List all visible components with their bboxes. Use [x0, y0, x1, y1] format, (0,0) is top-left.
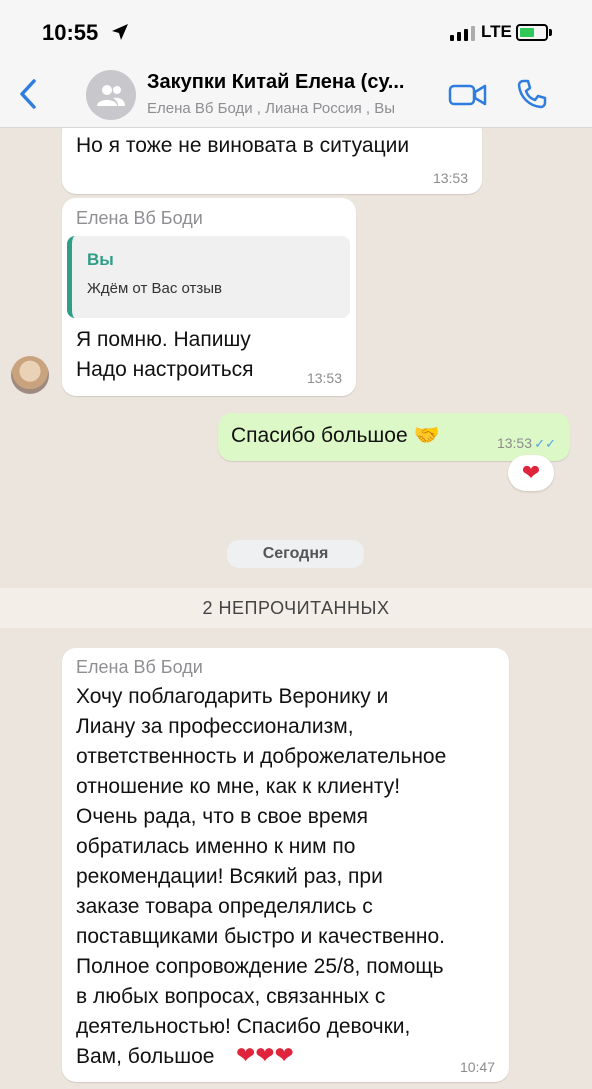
message-text: Но я тоже не виновата в ситуации — [76, 134, 410, 157]
message-bubble-incoming[interactable]: Но я тоже не виновата в ситуации 13:53 — [62, 128, 482, 194]
status-time: 10:55 — [42, 20, 99, 45]
message-time: 13:53 — [496, 435, 532, 451]
message-text: Хочу поблагодарить Веронику и Лиану за п… — [76, 685, 447, 1068]
chat-title[interactable]: Закупки Китай Елена (су... — [147, 71, 442, 94]
chat-header: Закупки Китай Елена (су... Елена Вб Боди… — [0, 62, 592, 128]
group-icon — [97, 85, 125, 106]
battery-cap — [549, 29, 552, 36]
message-bubble-outgoing[interactable]: Спасибо большое 🤝 13:53 ✓✓ — [218, 413, 570, 461]
unread-separator: 2 НЕПРОЧИТАННЫХ — [0, 588, 592, 628]
heart-emojis: ❤❤❤ — [236, 1042, 294, 1068]
network-type: LTE — [481, 22, 512, 41]
message-text: Я помню. Напишу Надо настроиться — [76, 328, 254, 381]
quote-author: Вы — [87, 250, 114, 269]
location-arrow-icon — [112, 24, 128, 40]
battery-icon — [516, 24, 548, 41]
chat-participants[interactable]: Елена Вб Боди , Лиана Россия , Вы — [147, 100, 442, 117]
phone-icon[interactable] — [515, 77, 549, 111]
sender-name: Елена Вб Боди — [76, 657, 203, 677]
message-time: 10:47 — [459, 1059, 495, 1075]
quote-text: Ждём от Вас отзыв — [87, 280, 222, 297]
day-separator: Сегодня — [227, 540, 364, 568]
status-bar: 10:55 LTE — [0, 0, 592, 62]
heart-reaction[interactable]: ❤ — [508, 455, 554, 491]
back-chevron-icon[interactable] — [14, 76, 44, 112]
group-avatar[interactable] — [86, 70, 136, 120]
quoted-reply[interactable]: Вы Ждём от Вас отзыв — [67, 236, 350, 318]
sender-name: Елена Вб Боди — [76, 208, 203, 228]
read-ticks-icon: ✓✓ — [534, 436, 556, 451]
sender-avatar[interactable] — [11, 356, 49, 394]
message-time: 13:53 — [432, 170, 468, 186]
message-text: Спасибо большое 🤝 — [231, 424, 440, 447]
message-time: 13:53 — [306, 370, 342, 386]
signal-icon — [450, 25, 475, 41]
chat-area[interactable]: Но я тоже не виновата в ситуации 13:53 Е… — [0, 128, 592, 1089]
video-camera-icon[interactable] — [448, 80, 488, 110]
message-bubble-incoming[interactable]: Елена Вб Боди Вы Ждём от Вас отзыв Я пом… — [62, 198, 356, 396]
message-bubble-incoming[interactable]: Елена Вб Боди Хочу поблагодарить Вероник… — [62, 648, 509, 1082]
